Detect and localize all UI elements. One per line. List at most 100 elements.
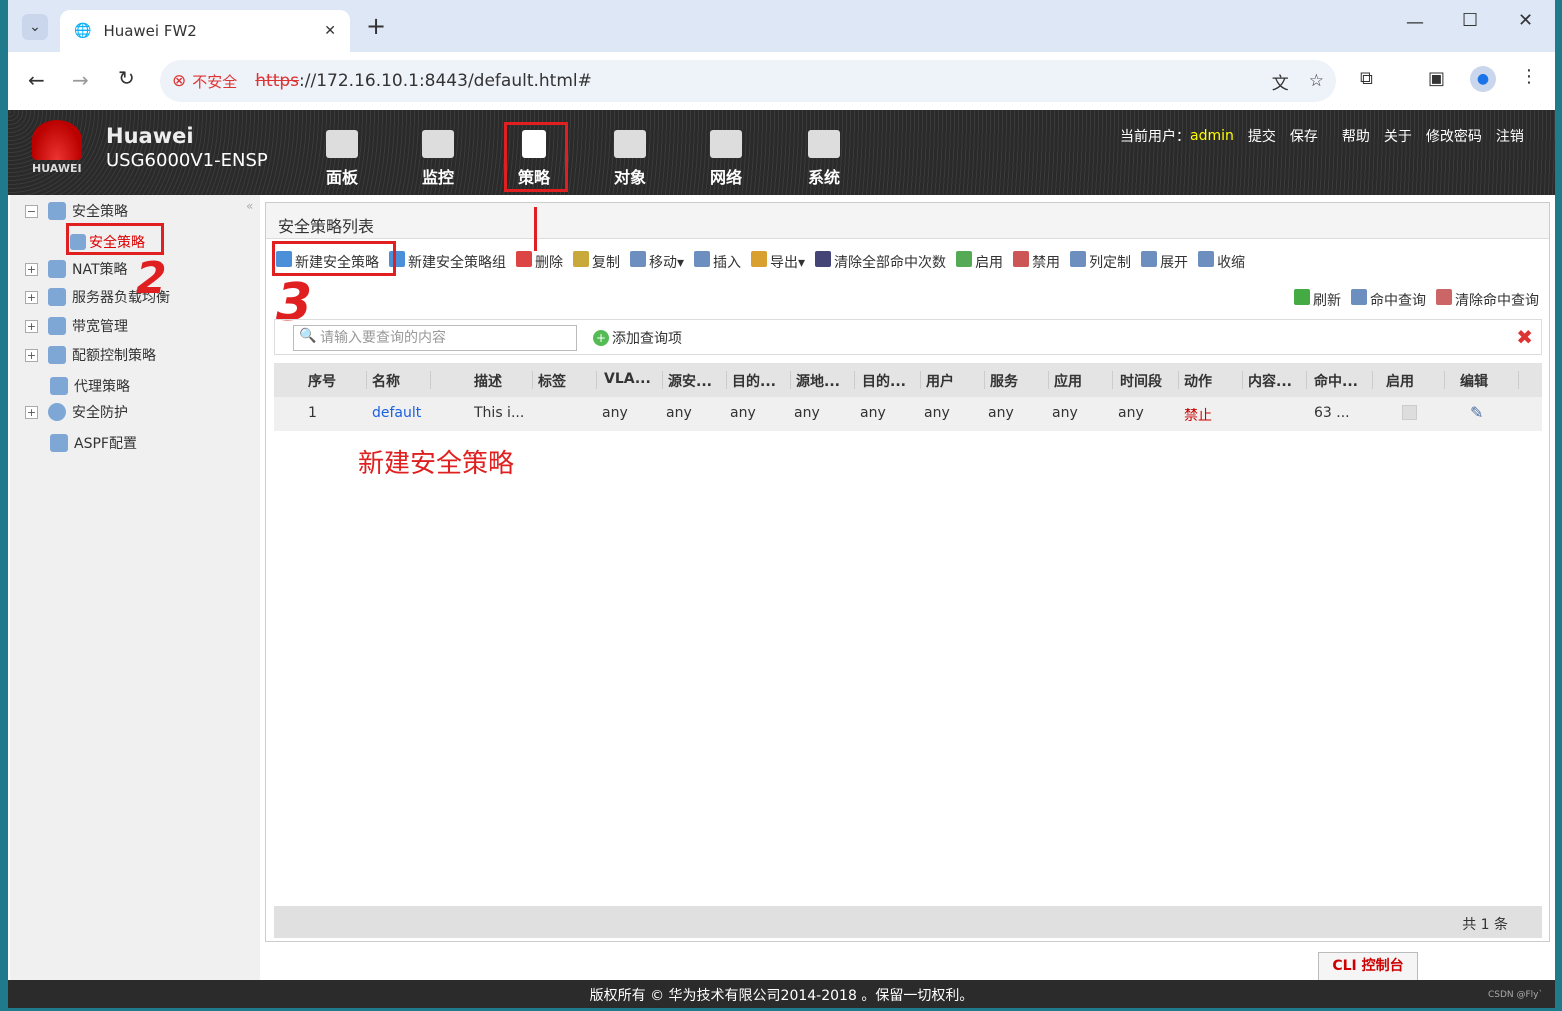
- column-divider[interactable]: [366, 371, 367, 389]
- column-divider[interactable]: [726, 371, 727, 389]
- tab-search-button[interactable]: ⌄: [22, 14, 48, 40]
- minimize-button[interactable]: —: [1406, 12, 1424, 33]
- refresh-button[interactable]: 刷新: [1294, 289, 1341, 310]
- column-divider[interactable]: [1242, 371, 1243, 389]
- sidebar-item-proxy[interactable]: 代理策略: [50, 375, 130, 397]
- column-divider[interactable]: [790, 371, 791, 389]
- cli-console-button[interactable]: CLI 控制台: [1318, 952, 1418, 980]
- nav-system[interactable]: 系统: [794, 130, 854, 188]
- column-divider[interactable]: [1178, 371, 1179, 389]
- profile-avatar[interactable]: ●: [1470, 66, 1496, 92]
- new-tab-button[interactable]: +: [366, 12, 386, 40]
- column-divider[interactable]: [1048, 371, 1049, 389]
- clear-hit-query-button[interactable]: 清除命中查询: [1436, 289, 1539, 310]
- back-icon[interactable]: ←: [28, 68, 45, 92]
- column-divider[interactable]: [1372, 371, 1373, 389]
- side-panel-icon[interactable]: ▣: [1428, 68, 1445, 89]
- expand-icon[interactable]: +: [25, 290, 38, 304]
- extensions-icon[interactable]: ⧉: [1360, 68, 1373, 89]
- column-divider[interactable]: [1112, 371, 1113, 389]
- sidebar-item-protection[interactable]: + 安全防护: [10, 401, 128, 423]
- column-header[interactable]: 服务: [990, 371, 1018, 391]
- column-header[interactable]: 应用: [1054, 371, 1082, 391]
- expand-button[interactable]: 展开: [1141, 251, 1188, 272]
- copy-button[interactable]: 复制: [573, 251, 620, 272]
- about-link[interactable]: 关于: [1384, 126, 1412, 146]
- export-button[interactable]: 导出▾: [751, 251, 805, 272]
- nav-monitor[interactable]: 监控: [408, 130, 468, 188]
- save-link[interactable]: 保存: [1290, 126, 1318, 146]
- expand-icon[interactable]: +: [25, 405, 38, 419]
- reload-icon[interactable]: ↻: [118, 66, 135, 90]
- close-search-icon[interactable]: ✖: [1516, 325, 1533, 349]
- change-password-link[interactable]: 修改密码: [1426, 126, 1482, 146]
- column-header[interactable]: 时间段: [1120, 371, 1162, 391]
- collapse-button[interactable]: 收缩: [1198, 251, 1245, 272]
- clear-hits-button[interactable]: 清除全部命中次数: [815, 251, 946, 272]
- hit-query-button[interactable]: 命中查询: [1351, 289, 1426, 310]
- column-header[interactable]: 动作: [1184, 371, 1212, 391]
- collapse-icon[interactable]: −: [25, 204, 38, 218]
- add-query-button[interactable]: + 添加查询项: [593, 328, 682, 348]
- enable-button[interactable]: 启用: [956, 251, 1003, 272]
- column-header[interactable]: 名称: [372, 371, 400, 391]
- close-window-button[interactable]: ✕: [1518, 10, 1533, 31]
- maximize-button[interactable]: ☐: [1462, 10, 1478, 31]
- column-header[interactable]: VLA...: [604, 371, 651, 387]
- column-divider[interactable]: [984, 371, 985, 389]
- new-policy-group-button[interactable]: 新建安全策略组: [389, 251, 506, 272]
- sidebar-item-quota[interactable]: + 配额控制策略: [10, 344, 156, 366]
- column-divider[interactable]: [596, 371, 597, 389]
- column-header[interactable]: 序号: [308, 371, 336, 391]
- column-header[interactable]: 命中...: [1314, 371, 1358, 391]
- column-header[interactable]: 目的...: [732, 371, 776, 391]
- column-header[interactable]: 内容...: [1248, 371, 1292, 391]
- column-divider[interactable]: [430, 371, 431, 389]
- browser-tab[interactable]: 🌐 Huawei FW2 ✕: [60, 10, 350, 52]
- column-divider[interactable]: [1518, 371, 1519, 389]
- menu-icon[interactable]: ⋮: [1520, 66, 1538, 87]
- column-header[interactable]: 启用: [1386, 371, 1414, 391]
- edit-icon[interactable]: ✎: [1470, 403, 1483, 422]
- disable-button[interactable]: 禁用: [1013, 251, 1060, 272]
- column-divider[interactable]: [854, 371, 855, 389]
- column-header[interactable]: 源地...: [796, 371, 840, 391]
- column-header[interactable]: 标签: [538, 371, 566, 391]
- nav-object[interactable]: 对象: [600, 130, 660, 188]
- collapse-sidebar-icon[interactable]: «: [246, 199, 253, 213]
- sidebar-item-bandwidth[interactable]: + 带宽管理: [10, 315, 128, 337]
- logout-link[interactable]: 注销: [1496, 126, 1524, 146]
- expand-icon[interactable]: +: [25, 319, 38, 333]
- url-input[interactable]: ⊗ 不安全 https ://172.16.10.1:8443/default.…: [160, 60, 1336, 102]
- column-divider[interactable]: [532, 371, 533, 389]
- nav-dashboard[interactable]: 面板: [312, 130, 372, 188]
- table-cell[interactable]: default: [372, 405, 421, 421]
- bookmark-star-icon[interactable]: ☆: [1309, 71, 1324, 91]
- table-row[interactable]: 1 default This i... any any any any any any any an…: [274, 397, 1542, 431]
- column-header[interactable]: 用户: [926, 371, 954, 391]
- close-tab-icon[interactable]: ✕: [324, 23, 336, 39]
- column-divider[interactable]: [662, 371, 663, 389]
- column-header[interactable]: 目的...: [862, 371, 906, 391]
- sidebar-item-nat[interactable]: + NAT策略: [10, 258, 128, 280]
- customize-columns-button[interactable]: 列定制: [1070, 251, 1131, 272]
- nav-network[interactable]: 网络: [696, 130, 756, 188]
- column-divider[interactable]: [1444, 371, 1445, 389]
- forward-icon[interactable]: →: [72, 68, 89, 92]
- column-header[interactable]: 描述: [474, 371, 502, 391]
- translate-icon[interactable]: 文: [1272, 69, 1289, 94]
- column-divider[interactable]: [1306, 371, 1307, 389]
- column-header[interactable]: 编辑: [1460, 371, 1488, 391]
- sidebar-item-aspf[interactable]: ASPF配置: [50, 432, 137, 454]
- search-input[interactable]: 请输入要查询的内容: [293, 325, 577, 351]
- insert-button[interactable]: 插入: [694, 251, 741, 272]
- expand-icon[interactable]: +: [25, 348, 38, 362]
- column-header[interactable]: 源安...: [668, 371, 712, 391]
- move-button[interactable]: 移动▾: [630, 251, 684, 272]
- commit-link[interactable]: 提交: [1248, 126, 1276, 146]
- delete-button[interactable]: 删除: [516, 251, 563, 272]
- help-link[interactable]: 帮助: [1342, 126, 1370, 146]
- expand-icon[interactable]: +: [25, 262, 38, 276]
- sidebar-item-security-policy-group[interactable]: − 安全策略: [10, 200, 128, 222]
- column-divider[interactable]: [920, 371, 921, 389]
